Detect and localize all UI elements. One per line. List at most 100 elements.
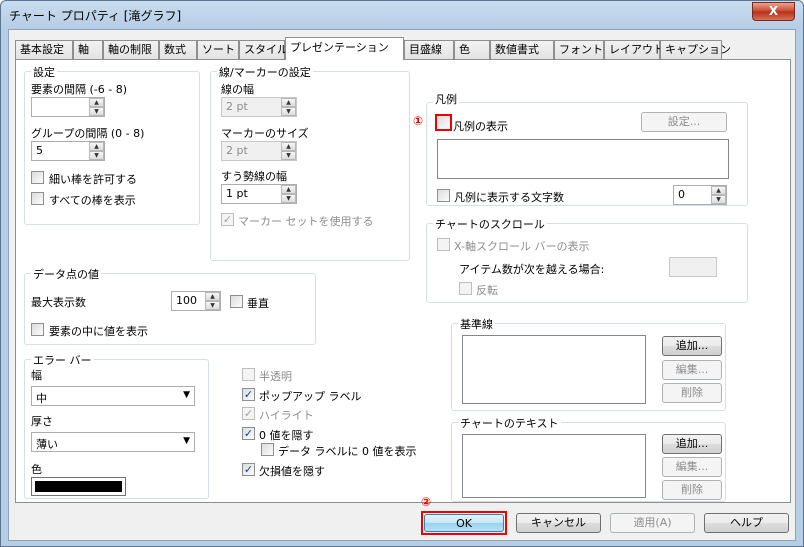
chart-scroll-group-title: チャートのスクロール	[433, 216, 547, 232]
error-width-label: 幅	[31, 369, 42, 382]
popup-label-checkbox[interactable]: ✓	[242, 388, 255, 401]
error-thickness-select[interactable]: 薄い ▼	[31, 432, 195, 452]
max-display-spinner[interactable]: 100 ▲ ▼	[171, 291, 221, 311]
line-width-spinner[interactable]: 2 pt ▲ ▼	[221, 97, 297, 117]
chart-text-edit-button[interactable]: 編集...	[662, 457, 722, 477]
reverse-label: 反転	[476, 284, 498, 297]
legend-settings-button[interactable]: 設定...	[641, 112, 727, 132]
line-marker-group-title: 線/マーカーの設定	[217, 64, 313, 80]
show-legend-label: 凡例の表示	[453, 120, 508, 133]
spin-down-icon[interactable]: ▼	[205, 301, 220, 310]
line-width-label: 線の幅	[221, 83, 254, 96]
settings-group: 設定 要素の間隔 (-6 - 8) ▲ ▼ グループの間隔 (0 - 8) 5 ▲…	[24, 64, 200, 225]
tab-presentation[interactable]: プレゼンテーション	[285, 37, 404, 60]
tab-style[interactable]: スタイル	[239, 40, 288, 59]
title-bar[interactable]: チャート プロパティ [滝グラフ] X	[1, 1, 803, 29]
spin-up-icon[interactable]: ▲	[89, 98, 104, 107]
spin-down-icon[interactable]: ▼	[281, 107, 296, 116]
error-color-swatch[interactable]	[31, 477, 126, 496]
legend-group-title: 凡例	[433, 91, 459, 107]
spin-up-icon[interactable]: ▲	[205, 292, 220, 301]
chart-text-delete-button[interactable]: 削除	[662, 480, 722, 500]
annotation-marker-1: ①	[413, 114, 424, 128]
semi-transparent-label: 半透明	[259, 370, 292, 383]
help-button[interactable]: ヘルプ	[704, 513, 789, 533]
chart-text-add-button[interactable]: 追加...	[662, 434, 722, 454]
reference-delete-button[interactable]: 削除	[662, 383, 722, 403]
tab-axis-limits[interactable]: 軸の制限	[103, 40, 159, 59]
trend-width-spinner[interactable]: 1 pt ▲ ▼	[221, 184, 297, 204]
close-button[interactable]: X	[752, 2, 795, 21]
thin-bars-checkbox[interactable]	[31, 171, 44, 184]
datapoint-group-title: データ点の値	[31, 266, 101, 282]
marker-size-label: マーカーのサイズ	[221, 127, 309, 140]
tab-number-format[interactable]: 数値書式	[490, 40, 554, 59]
ok-button[interactable]: OK	[424, 514, 504, 532]
tab-font[interactable]: フォント	[554, 40, 604, 59]
hide-missing-label: 欠損値を隠す	[259, 465, 325, 478]
legend-group: 凡例 ① 凡例の表示 設定... 凡例に表示する文字数 0 ▲ ▼	[413, 91, 748, 206]
hide-zero-label: 0 値を隠す	[259, 429, 314, 442]
show-legend-checkbox[interactable]	[435, 114, 452, 131]
show-zero-label-checkbox[interactable]	[261, 443, 274, 456]
spin-up-icon[interactable]: ▲	[281, 142, 296, 151]
apply-button[interactable]: 適用(A)	[610, 513, 695, 533]
hide-missing-checkbox[interactable]: ✓	[242, 463, 255, 476]
error-bar-group: エラー バー 幅 中 ▼ 厚さ 薄い ▼ 色	[24, 352, 209, 499]
hide-zero-checkbox[interactable]: ✓	[242, 427, 255, 440]
tab-caption[interactable]: キャプション	[660, 40, 731, 59]
tab-axis[interactable]: 軸	[73, 40, 103, 59]
reverse-checkbox[interactable]	[459, 282, 472, 295]
spin-down-icon[interactable]: ▼	[281, 151, 296, 160]
use-marker-set-checkbox[interactable]: ✓	[221, 213, 234, 226]
spin-up-icon[interactable]: ▲	[281, 98, 296, 107]
reference-lines-group: 基準線 追加... 編集... 削除	[451, 316, 726, 411]
vertical-checkbox[interactable]	[230, 295, 243, 308]
cancel-button[interactable]: キャンセル	[516, 513, 601, 533]
show-in-element-checkbox[interactable]	[31, 323, 44, 336]
settings-group-title: 設定	[31, 64, 57, 80]
semi-transparent-checkbox[interactable]	[242, 368, 255, 381]
tab-basic[interactable]: 基本設定	[15, 40, 73, 59]
spin-up-icon[interactable]: ▲	[89, 142, 104, 151]
show-in-element-label: 要素の中に値を表示	[49, 325, 148, 338]
reference-add-button[interactable]: 追加...	[662, 336, 722, 356]
tab-sort[interactable]: ソート	[197, 40, 239, 59]
line-marker-group: 線/マーカーの設定 線の幅 2 pt ▲ ▼ マーカーのサイズ 2 pt ▲ ▼ す…	[210, 64, 410, 261]
tab-gridlines[interactable]: 目盛線	[404, 40, 454, 59]
x-scroll-label: X-軸スクロール バーの表示	[454, 240, 590, 253]
error-bar-group-title: エラー バー	[31, 352, 94, 368]
chart-text-group: チャートのテキスト 追加... 編集... 削除	[451, 415, 726, 502]
items-exceed-input[interactable]	[669, 257, 717, 277]
dropdown-arrow-icon: ▼	[183, 436, 190, 446]
spin-down-icon[interactable]: ▼	[89, 107, 104, 116]
spin-up-icon[interactable]: ▲	[281, 185, 296, 194]
marker-size-spinner[interactable]: 2 pt ▲ ▼	[221, 141, 297, 161]
spin-down-icon[interactable]: ▼	[281, 194, 296, 203]
error-width-select[interactable]: 中 ▼	[31, 386, 195, 406]
reference-lines-list[interactable]	[462, 335, 646, 404]
x-scroll-checkbox[interactable]	[437, 238, 450, 251]
legend-chars-spinner[interactable]: 0 ▲ ▼	[673, 185, 727, 205]
tab-colors[interactable]: 色	[454, 40, 490, 59]
element-spacing-label: 要素の間隔 (-6 - 8)	[31, 83, 128, 96]
reference-edit-button[interactable]: 編集...	[662, 360, 722, 380]
dropdown-arrow-icon: ▼	[183, 390, 190, 400]
spin-up-icon[interactable]: ▲	[711, 186, 726, 195]
spin-down-icon[interactable]: ▼	[89, 151, 104, 160]
tab-layout[interactable]: レイアウト	[604, 40, 664, 59]
chart-text-list[interactable]	[462, 434, 646, 498]
legend-preview-box	[437, 139, 729, 179]
trend-width-label: すう勢線の幅	[221, 170, 287, 183]
legend-chars-checkbox[interactable]	[437, 189, 450, 202]
group-spacing-spinner[interactable]: 5 ▲ ▼	[31, 141, 105, 161]
error-thickness-label: 厚さ	[31, 415, 53, 428]
datapoint-group: データ点の値 最大表示数 100 ▲ ▼ 垂直 要素の中に値を表示	[24, 266, 316, 345]
reference-lines-group-title: 基準線	[458, 316, 495, 332]
tab-expressions[interactable]: 数式	[159, 40, 197, 59]
all-bars-checkbox[interactable]	[31, 192, 44, 205]
element-spacing-spinner[interactable]: ▲ ▼	[31, 97, 105, 117]
spin-down-icon[interactable]: ▼	[711, 195, 726, 204]
highlight-checkbox[interactable]: ✓	[242, 407, 255, 420]
max-display-label: 最大表示数	[31, 296, 86, 309]
